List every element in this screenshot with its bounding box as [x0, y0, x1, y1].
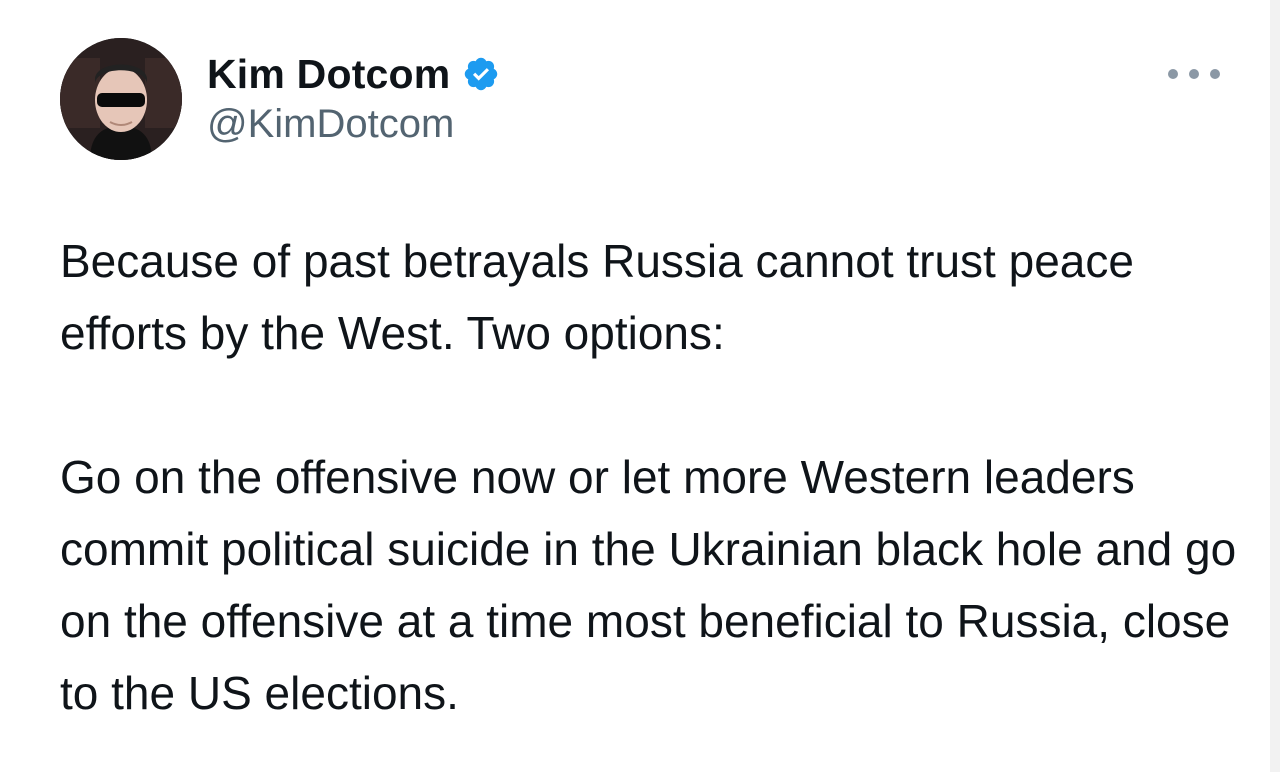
avatar-photo-icon — [60, 38, 182, 160]
author-info: Kim Dotcom @KimDotcom — [207, 48, 500, 147]
verified-badge-icon — [462, 55, 500, 93]
tweet-paragraph: Because of past betrayals Russia cannot … — [60, 235, 1134, 359]
tweet-card: Kim Dotcom @KimDotcom Because of past be… — [0, 0, 1280, 772]
scrollbar-edge — [1270, 0, 1280, 772]
author-avatar[interactable] — [60, 38, 182, 160]
more-options-icon — [1168, 69, 1178, 79]
author-display-name[interactable]: Kim Dotcom — [207, 51, 450, 98]
more-options-icon-dot — [1189, 69, 1199, 79]
tweet-paragraph: Go on the offensive now or let more West… — [60, 451, 1237, 719]
more-options-button[interactable] — [1168, 58, 1220, 90]
author-name-row: Kim Dotcom — [207, 48, 500, 100]
author-handle[interactable]: @KimDotcom — [207, 102, 500, 147]
tweet-text: Because of past betrayals Russia cannot … — [60, 225, 1240, 729]
more-options-icon-dot — [1210, 69, 1220, 79]
